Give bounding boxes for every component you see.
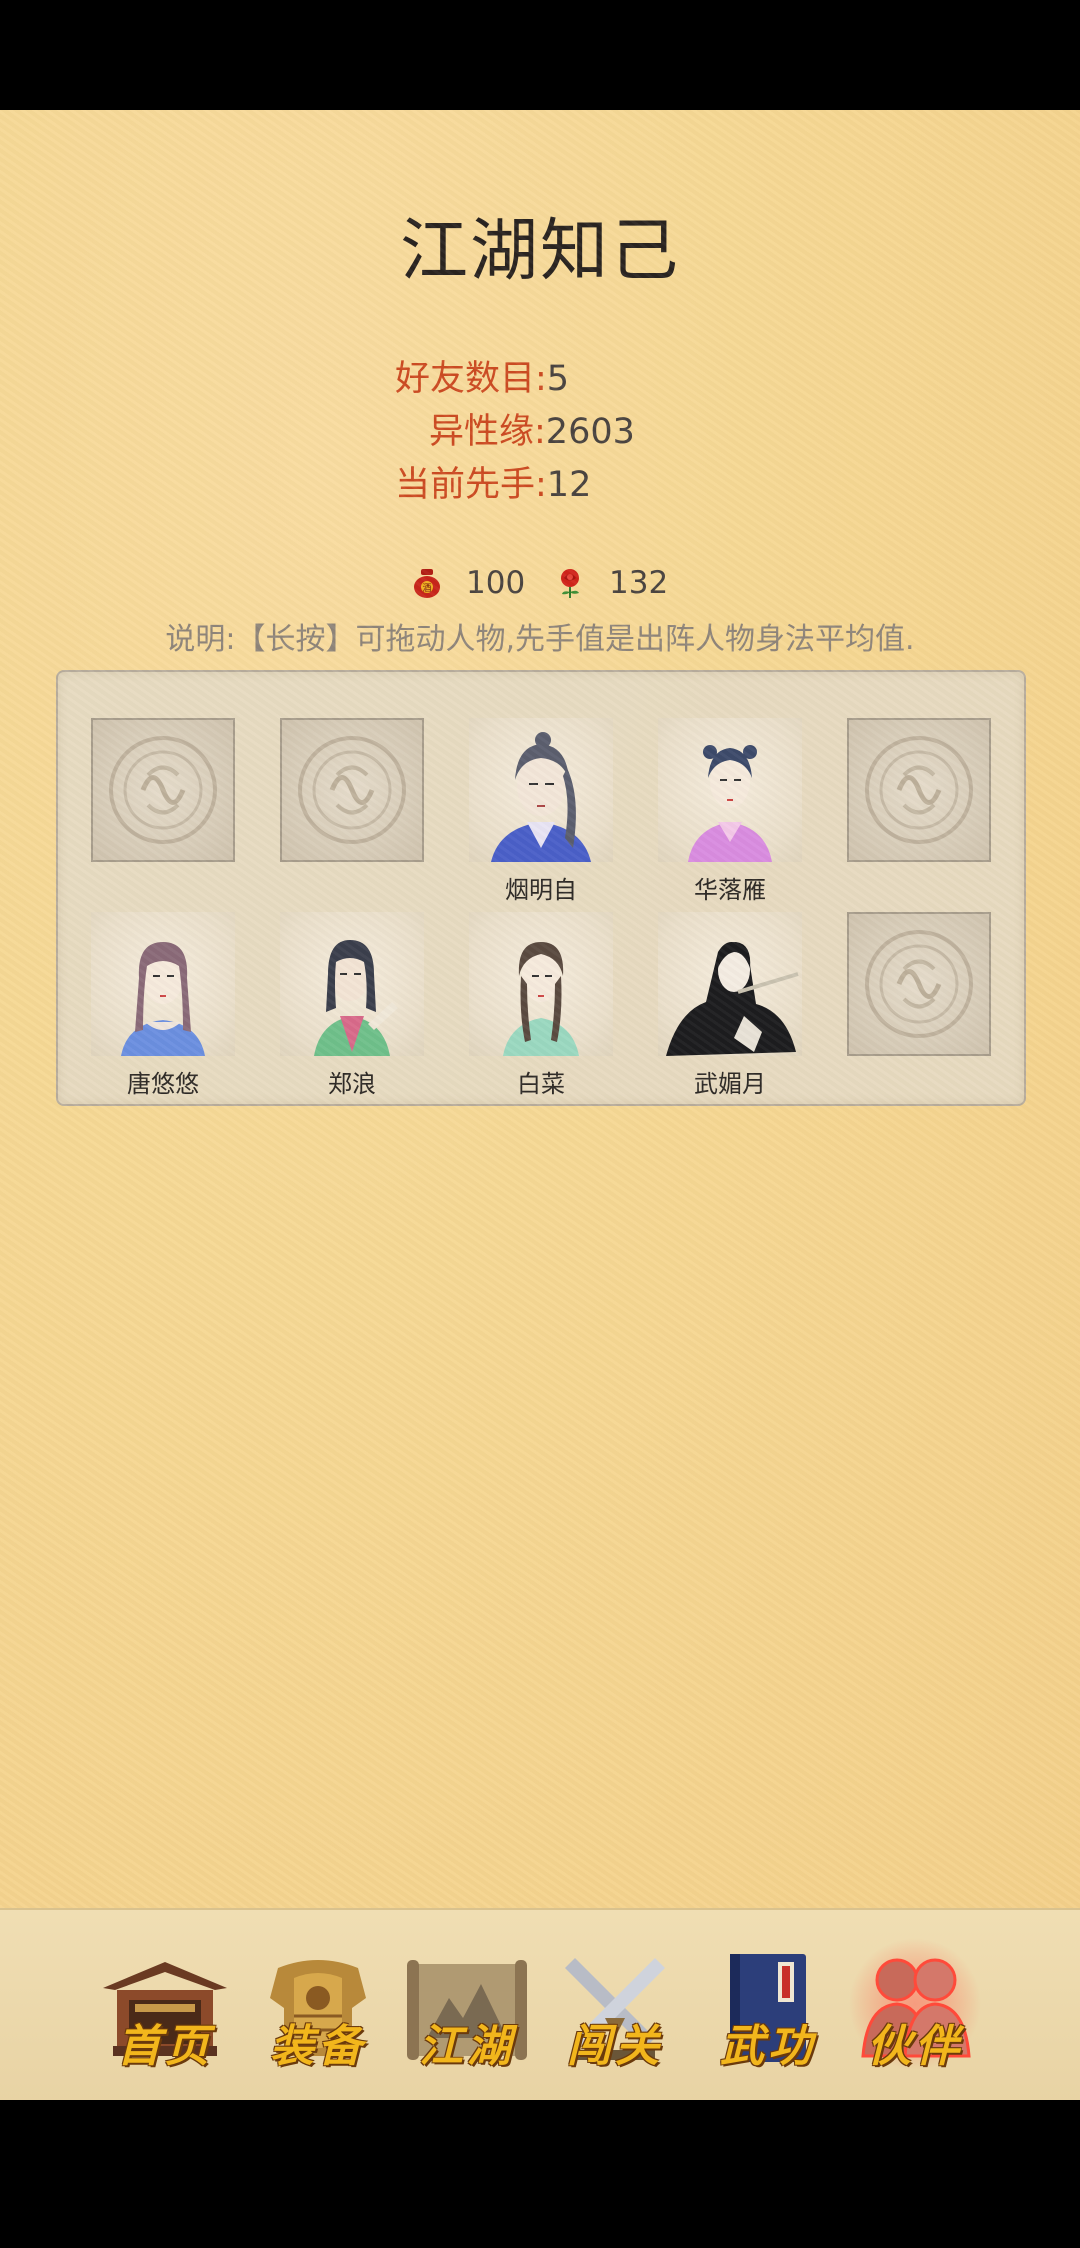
- romance-label: 异性缘:: [429, 412, 546, 452]
- empty-slot[interactable]: [847, 912, 991, 1056]
- nav-item-equipment[interactable]: 装备: [248, 1938, 388, 2078]
- empty-slot[interactable]: [91, 718, 235, 862]
- flute-player-portrait-icon: [666, 942, 799, 1056]
- friends-count-label: 好友数目:: [395, 359, 547, 399]
- rose-icon: [553, 566, 587, 600]
- green-robe-portrait-icon: [314, 940, 398, 1056]
- female-heroine-portrait-icon: [688, 745, 772, 862]
- character-card[interactable]: 武媚月: [658, 912, 802, 1098]
- character-name: 烟明自: [505, 876, 577, 904]
- nav-item-challenge[interactable]: 闯关: [545, 1938, 685, 2078]
- nav-item-home[interactable]: 首页: [95, 1938, 235, 2078]
- character-card[interactable]: 郑浪: [280, 912, 424, 1098]
- partners-page: 江湖知己 好友数目:5 异性缘:2603 当前先手:12 酒 100 132 说…: [0, 110, 1080, 1908]
- slot-name: [91, 870, 235, 900]
- friends-count-value: 5: [546, 359, 570, 399]
- nav-label: 装备: [270, 2021, 366, 2072]
- nav-item-jianghu[interactable]: 江湖: [397, 1938, 537, 2078]
- initiative-label: 当前先手:: [395, 465, 547, 505]
- emblem-icon: [865, 736, 973, 844]
- emblem-icon: [109, 736, 217, 844]
- empty-slot[interactable]: [280, 718, 424, 862]
- lineup-slot[interactable]: [91, 718, 235, 900]
- system-nav-bar: [0, 2100, 1080, 2248]
- character-name: 郑浪: [328, 1070, 376, 1098]
- nav-label: 江湖: [419, 2021, 515, 2072]
- character-name: 唐悠悠: [127, 1070, 199, 1098]
- wine-currency: 酒 100: [410, 562, 525, 604]
- character-name: 白菜: [517, 1070, 565, 1098]
- romance-value: 2603: [545, 412, 635, 452]
- empty-slot[interactable]: [847, 718, 991, 862]
- lineup-slot[interactable]: [847, 718, 991, 900]
- romance-stat: 异性缘:2603: [429, 403, 635, 454]
- slot-name: [280, 870, 424, 900]
- emblem-icon: [865, 930, 973, 1038]
- female-braids-portrait-icon: [503, 942, 579, 1056]
- nav-label: 闯关: [567, 2021, 663, 2072]
- lineup-slot[interactable]: [280, 718, 424, 900]
- initiative-value: 12: [546, 465, 592, 505]
- wine-value: 100: [466, 565, 526, 601]
- status-bar: [0, 0, 1080, 110]
- slot-name: [847, 870, 991, 900]
- rose-value: 132: [609, 565, 669, 601]
- nav-label: 武功: [720, 2021, 816, 2072]
- character-portrait[interactable]: [280, 912, 424, 1056]
- nav-label: 伙伴: [867, 2021, 963, 2072]
- male-swordsman-portrait-icon: [491, 732, 591, 862]
- character-card[interactable]: 白菜: [469, 912, 613, 1098]
- initiative-stat: 当前先手:12: [395, 456, 591, 507]
- lineup-slot[interactable]: [847, 912, 991, 1094]
- instruction-note: 说明:【长按】可拖动人物,先手值是出阵人物身法平均值.: [165, 622, 915, 657]
- character-portrait[interactable]: [91, 912, 235, 1056]
- bottom-nav: 首页 装备 江湖 闯关 武功 伙伴: [0, 1908, 1080, 2102]
- character-card[interactable]: 烟明自: [469, 718, 613, 904]
- character-portrait[interactable]: [658, 912, 802, 1056]
- female-blue-dress-portrait-icon: [121, 942, 205, 1056]
- character-card[interactable]: 唐悠悠: [91, 912, 235, 1098]
- wine-jar-icon: 酒: [410, 566, 444, 600]
- svg-text:酒: 酒: [422, 583, 431, 594]
- lineup-panel: 烟明自 华落雁 唐悠悠 郑浪 白菜 武媚月: [56, 670, 1026, 1106]
- character-name: 华落雁: [694, 876, 766, 904]
- page-title: 江湖知己: [399, 212, 680, 291]
- friends-count: 好友数目:5: [395, 350, 569, 401]
- slot-name: [847, 1064, 991, 1094]
- nav-item-martial-arts[interactable]: 武功: [698, 1938, 838, 2078]
- nav-label: 首页: [117, 2021, 213, 2072]
- character-portrait[interactable]: [469, 912, 613, 1056]
- character-card[interactable]: 华落雁: [658, 718, 802, 904]
- nav-item-partners[interactable]: 伙伴: [845, 1938, 985, 2078]
- character-portrait[interactable]: [658, 718, 802, 862]
- character-portrait[interactable]: [469, 718, 613, 862]
- emblem-icon: [298, 736, 406, 844]
- rose-currency: 132: [553, 562, 668, 604]
- character-name: 武媚月: [694, 1070, 766, 1098]
